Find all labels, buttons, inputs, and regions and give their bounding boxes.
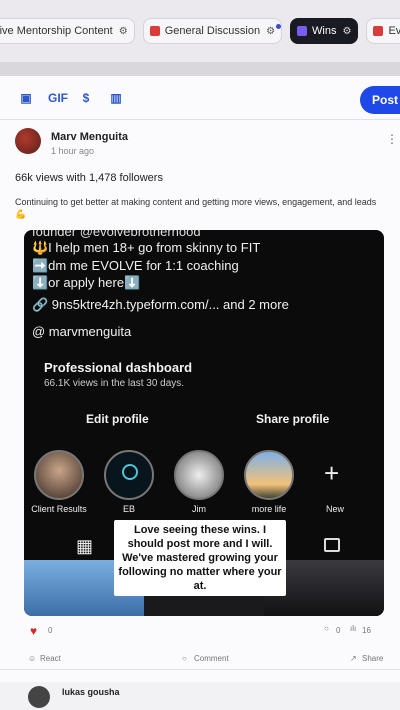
bio-founder: founder @evolvebrotherhood [32, 230, 201, 239]
post-body: Continuing to get better at making conte… [15, 197, 377, 219]
comment-icon: ○ [324, 624, 329, 633]
tab-label: Wins [312, 25, 337, 37]
post-button[interactable]: Post [360, 86, 400, 114]
caption-overlay: Love seeing these wins. I should post mo… [114, 520, 286, 596]
view-count: 16 [362, 626, 371, 635]
more-options-icon[interactable]: ⋮ [386, 132, 398, 146]
dashboard-title: Professional dashboard [44, 360, 193, 375]
tab-label: usive Mentorship Content [0, 25, 113, 37]
highlight-jim [174, 450, 224, 500]
post-image[interactable]: founder @evolvebrotherhood 🔱I help men 1… [24, 230, 384, 616]
tagged-icon [324, 538, 340, 552]
comment-count: 0 [336, 626, 341, 635]
tab-general-discussion[interactable]: General Discussion ⚙ [142, 18, 283, 44]
channel-icon [149, 26, 160, 36]
tab-exclusive-mentorship[interactable]: usive Mentorship Content ⚙ [0, 18, 135, 44]
share-profile-label: Share profile [256, 412, 330, 426]
grid-icon: ▦ [76, 536, 94, 556]
threads-handle: @ marvmenguita [32, 324, 132, 339]
gear-icon[interactable]: ⚙ [343, 26, 352, 37]
react-button[interactable]: React [40, 654, 61, 663]
tab-label: General Discussion [164, 25, 261, 37]
highlight-label: Client Results [31, 504, 87, 514]
highlight-more-life [244, 450, 294, 500]
money-button[interactable]: $ [78, 91, 94, 105]
image-icon[interactable]: ▣ [18, 91, 34, 105]
edit-profile-label: Edit profile [86, 412, 149, 426]
views-icon: ılı [350, 624, 357, 633]
logo-icon [122, 464, 138, 480]
highlight-label: EB [122, 504, 135, 514]
plus-icon: + [324, 458, 340, 488]
next-post: lukas gousha [0, 682, 400, 710]
bio-line: 🔱I help men 18+ go from skinny to FIT [32, 240, 261, 255]
react-icon[interactable]: ☺ [28, 654, 36, 663]
comment-icon[interactable]: ○ [182, 654, 187, 663]
composer-toolbar: ▣ GIF $ ▥ Post [0, 76, 400, 120]
channel-icon [297, 26, 308, 36]
unread-badge [276, 24, 281, 29]
channel-tab-bar: usive Mentorship Content ⚙ General Discu… [0, 0, 400, 62]
gif-button[interactable]: GIF [48, 91, 68, 105]
poll-icon[interactable]: ▥ [108, 91, 124, 105]
post-time: 1 hour ago [51, 146, 95, 156]
gear-icon[interactable]: ⚙ [266, 26, 275, 37]
highlight-label: more life [251, 504, 287, 514]
heart-icon[interactable]: ♥ [30, 624, 37, 638]
reactions-row: ♥ 0 ○ 0 ılı 16 [0, 620, 400, 640]
avatar[interactable] [28, 686, 50, 708]
dashboard-subtitle: 66.1K views in the last 30 days. [44, 378, 185, 389]
bio-line: ➡️dm me EVOLVE for 1:1 coaching [32, 258, 239, 273]
tab-label: Ever [388, 25, 400, 37]
share-button[interactable]: Share [362, 654, 383, 663]
channel-icon [373, 26, 384, 36]
highlight-client-results [34, 450, 84, 500]
bio-link: 🔗 9ns5ktre4zh.typeform.com/... and 2 mor… [32, 297, 289, 312]
post-author[interactable]: lukas gousha [62, 687, 120, 697]
like-count: 0 [48, 626, 53, 635]
avatar[interactable] [15, 128, 41, 154]
post-headline: 66k views with 1,478 followers [15, 172, 163, 184]
bio-line: ⬇️or apply here⬇️ [32, 275, 141, 290]
post-author[interactable]: Marv Menguita [51, 131, 128, 143]
highlight-label: Jim [192, 504, 206, 514]
action-row: ☺ React ○ Comment ↗ Share [0, 650, 400, 670]
tab-wins[interactable]: Wins ⚙ [290, 18, 359, 44]
gear-icon[interactable]: ⚙ [119, 26, 128, 37]
share-icon[interactable]: ↗ [350, 654, 357, 663]
tab-everyone[interactable]: Ever [366, 18, 400, 44]
highlight-eb [104, 450, 154, 500]
highlight-label: New [325, 504, 344, 514]
comment-button[interactable]: Comment [194, 654, 229, 663]
